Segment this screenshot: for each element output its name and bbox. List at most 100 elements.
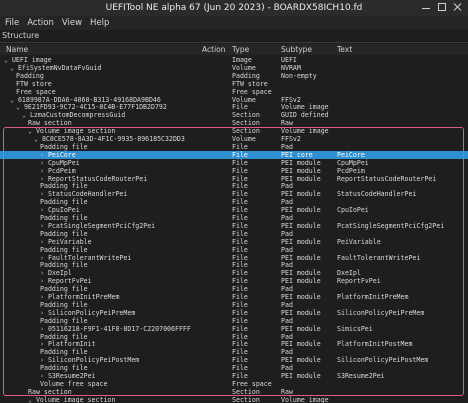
column-text[interactable]: Text: [337, 45, 352, 54]
tree-row-name: › DxeIpl: [40, 269, 72, 277]
tree-row[interactable]: Padding file File Pad: [0, 230, 468, 238]
tree-row-type: File: [232, 348, 248, 357]
tree-row[interactable]: Volume free space Free space: [0, 380, 468, 388]
collapse-arrow-icon[interactable]: ⌄: [10, 64, 18, 72]
tree-row-type: File: [232, 356, 248, 365]
column-type[interactable]: Type: [232, 45, 249, 54]
menu-help[interactable]: Help: [90, 18, 109, 28]
tree-row-subtype: Pad: [281, 182, 293, 191]
tree-row[interactable]: ⌄ 6189987A-DDA6-4060-B313-49168DA9BD46 Vo…: [0, 96, 468, 104]
menu-action[interactable]: Action: [27, 18, 54, 28]
tree-row[interactable]: ⌄ Volume image section Section Volume imag…: [0, 396, 468, 403]
tree-row[interactable]: › PlatformInit File PEI module PlatformInit…: [0, 340, 468, 348]
collapse-arrow-icon[interactable]: ⌄: [4, 56, 12, 64]
tree-row-type: File: [232, 324, 248, 333]
tree-row[interactable]: Padding file File Pad: [0, 143, 468, 151]
expand-arrow-icon[interactable]: ›: [40, 190, 48, 198]
tree-row[interactable]: › PeiVariable File PEI module PeiVariable: [0, 238, 468, 246]
tree-row[interactable]: › CpuIoPei File PEI module CpuIoPei: [0, 206, 468, 214]
expand-arrow-icon[interactable]: ›: [40, 206, 48, 214]
tree-row[interactable]: › ReportFvPei File PEI module ReportFvPei: [0, 277, 468, 285]
tree-row[interactable]: › CpuMpPei File PEI module CpuMpPei: [0, 159, 468, 167]
tree-row-type: Volume: [232, 135, 256, 143]
tree-row[interactable]: › StatusCodeHandlerPei File PEI module Stat…: [0, 190, 468, 198]
tree-row[interactable]: Padding file File Pad: [0, 333, 468, 341]
tree-row[interactable]: › DxeIpl File PEI module DxeIpl: [0, 269, 468, 277]
tree-row[interactable]: Raw section Section Raw: [0, 388, 468, 396]
collapse-arrow-icon[interactable]: ⌄: [22, 111, 30, 119]
tree-row[interactable]: › S3Resume2Pei File PEI module S3Resume2Pei: [0, 372, 468, 380]
expand-arrow-icon[interactable]: ›: [40, 372, 48, 380]
expand-arrow-icon[interactable]: ›: [40, 309, 48, 317]
tree-row-name: › PeiCore: [40, 151, 76, 159]
expand-arrow-icon[interactable]: ›: [40, 159, 48, 167]
tree-row[interactable]: Raw section Section Raw: [0, 119, 468, 127]
collapse-arrow-icon[interactable]: ⌄: [10, 96, 18, 104]
structure-tree[interactable]: ⌄ UEFI image Image UEFI ⌄ EfiSystemNvDataFv…: [0, 56, 468, 403]
tree-row[interactable]: FTW store FTW store: [0, 80, 468, 88]
expand-arrow-icon[interactable]: ›: [40, 254, 48, 262]
expand-arrow-icon[interactable]: ›: [40, 293, 48, 301]
tree-row[interactable]: ⌄ 8C8CE578-8A3D-4F1C-9935-896185C32DD3 Vo…: [0, 135, 468, 143]
maximize-icon[interactable]: [438, 3, 446, 11]
collapse-arrow-icon[interactable]: ⌄: [28, 396, 36, 403]
tree-row-label: Padding file: [40, 364, 88, 373]
tree-row[interactable]: Padding Padding Non-empty: [0, 72, 468, 80]
menu-view[interactable]: View: [62, 18, 82, 28]
collapse-arrow-icon[interactable]: ⌄: [28, 127, 36, 135]
tree-row[interactable]: Padding file File Pad: [0, 246, 468, 254]
tree-row[interactable]: Padding file File Pad: [0, 182, 468, 190]
expand-arrow-icon[interactable]: ›: [40, 269, 48, 277]
tree-row[interactable]: Padding file File Pad: [0, 364, 468, 372]
tree-row[interactable]: › SiliconPolicyPeiPostMem File PEI module S…: [0, 356, 468, 364]
tree-row-label: Padding file: [40, 348, 88, 357]
column-subtype[interactable]: Subtype: [281, 45, 312, 54]
expand-arrow-icon[interactable]: ›: [40, 222, 48, 230]
tree-row-subtype: Pad: [281, 364, 293, 373]
tree-row-text: PcdPeim: [337, 166, 365, 175]
tree-row[interactable]: Padding file File Pad: [0, 348, 468, 356]
tree-row[interactable]: Padding file File Pad: [0, 317, 468, 325]
tree-row[interactable]: Free space Free space: [0, 88, 468, 96]
tree-row[interactable]: Padding file File Pad: [0, 198, 468, 206]
expand-arrow-icon[interactable]: ›: [40, 175, 48, 183]
tree-row-label: FTW store: [16, 79, 52, 88]
tree-row[interactable]: Padding file File Pad: [0, 214, 468, 222]
tree-row[interactable]: › ReportStatusCodeRouterPei File PEI modul…: [0, 175, 468, 183]
tree-row[interactable]: Padding file File Pad: [0, 285, 468, 293]
column-action[interactable]: Action: [202, 45, 226, 54]
expand-arrow-icon[interactable]: ›: [40, 238, 48, 246]
expand-arrow-icon[interactable]: ›: [40, 167, 48, 175]
tree-row[interactable]: Padding file File Pad: [0, 301, 468, 309]
minimize-icon[interactable]: [422, 3, 430, 9]
tree-row[interactable]: › SiliconPolicyPeiPreMem File PEI module Si…: [0, 309, 468, 317]
column-name[interactable]: Name: [6, 45, 28, 54]
expand-arrow-icon[interactable]: ›: [40, 151, 48, 159]
tree-row[interactable]: ⌄ 9E21FD93-9C72-4C15-8C4B-E77F1DB2D792 Fi…: [0, 103, 468, 111]
tree-row[interactable]: ⌄ UEFI image Image UEFI: [0, 56, 468, 64]
tree-row[interactable]: Padding file File Pad: [0, 261, 468, 269]
tree-row-label: Padding file: [40, 285, 88, 294]
tree-row[interactable]: › PeiCore File PEI core PeiCore: [0, 150, 468, 159]
tree-row[interactable]: › FaultTolerantWritePei File PEI module Fau…: [0, 254, 468, 262]
menu-file[interactable]: File: [5, 18, 19, 28]
collapse-arrow-icon[interactable]: ⌄: [34, 135, 42, 143]
expand-arrow-icon[interactable]: ›: [40, 277, 48, 285]
expand-arrow-icon[interactable]: ›: [40, 325, 48, 333]
tree-row-subtype: PEI module: [281, 158, 321, 167]
close-icon[interactable]: [454, 3, 462, 11]
tree-row[interactable]: ⌄ Volume image section Section Volume imag…: [0, 127, 468, 135]
expand-arrow-icon[interactable]: ›: [40, 356, 48, 364]
expand-arrow-icon[interactable]: ›: [40, 340, 48, 348]
tree-row-type: Free space: [232, 87, 272, 96]
tree-row[interactable]: › 05116218-F9F1-41F8-8D17-C2207006FFFF Fi…: [0, 325, 468, 333]
tree-row[interactable]: ⌄ EfiSystemNvDataFvGuid Volume NVRAM: [0, 64, 468, 72]
tree-row-name: › SiliconPolicyPeiPreMem: [40, 309, 135, 317]
tree-row[interactable]: › PcdPeim File PEI module PcdPeim: [0, 167, 468, 175]
tree-row-text: PcatSingleSegmentPciCfg2Pei: [337, 221, 445, 230]
collapse-arrow-icon[interactable]: ⌄: [16, 103, 24, 111]
tree-row-name: ⌄ Volume image section: [28, 127, 115, 135]
tree-row[interactable]: › PcatSingleSegmentPciCfg2Pei File PEI mod…: [0, 222, 468, 230]
tree-row[interactable]: ⌄ LzmaCustomDecompressGuid Section GUID de…: [0, 111, 468, 119]
tree-row[interactable]: › PlatformInitPreMem File PEI module Platfo…: [0, 293, 468, 301]
